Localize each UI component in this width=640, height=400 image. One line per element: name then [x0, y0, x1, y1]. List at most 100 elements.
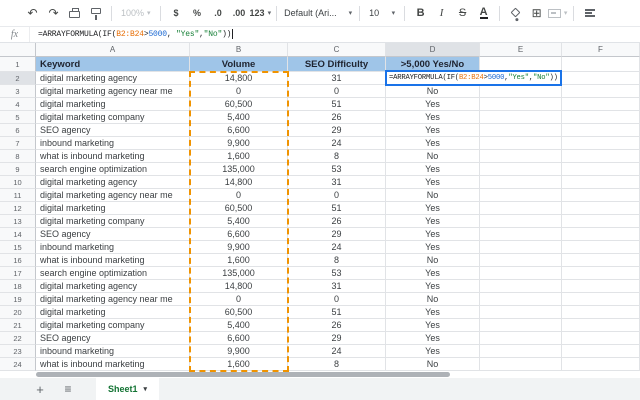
row-header[interactable]: 10 [0, 176, 36, 189]
cell-e21[interactable] [480, 319, 562, 332]
cell-a2[interactable]: digital marketing agency [36, 72, 190, 85]
cell-f23[interactable] [562, 345, 640, 358]
cell-b5[interactable]: 5,400 [190, 111, 288, 124]
row-header[interactable]: 18 [0, 280, 36, 293]
cell-a21[interactable]: digital marketing company [36, 319, 190, 332]
row-header[interactable]: 22 [0, 332, 36, 345]
cell-c15[interactable]: 24 [288, 241, 386, 254]
cell-e5[interactable] [480, 111, 562, 124]
row-header[interactable]: 2 [0, 72, 36, 85]
cell-e16[interactable] [480, 254, 562, 267]
cell-f7[interactable] [562, 137, 640, 150]
cell-c12[interactable]: 51 [288, 202, 386, 215]
row-header[interactable]: 4 [0, 98, 36, 111]
cell-d19[interactable]: No [386, 293, 480, 306]
cell-c17[interactable]: 53 [288, 267, 386, 280]
cell-d24[interactable]: No [386, 358, 480, 371]
row-header[interactable]: 3 [0, 85, 36, 98]
cell-b11[interactable]: 0 [190, 189, 288, 202]
cell-a4[interactable]: digital marketing [36, 98, 190, 111]
cell-e17[interactable] [480, 267, 562, 280]
cell-e11[interactable] [480, 189, 562, 202]
cell-e12[interactable] [480, 202, 562, 215]
cell-c18[interactable]: 31 [288, 280, 386, 293]
cell-e19[interactable] [480, 293, 562, 306]
row-header[interactable]: 6 [0, 124, 36, 137]
cell-e7[interactable] [480, 137, 562, 150]
column-header-d[interactable]: D [386, 43, 480, 57]
cell-b17[interactable]: 135,000 [190, 267, 288, 280]
bold-button[interactable]: B [410, 3, 431, 23]
redo-button[interactable]: ↷ [43, 3, 64, 23]
cell-c13[interactable]: 26 [288, 215, 386, 228]
cell-c20[interactable]: 51 [288, 306, 386, 319]
font-size-select[interactable]: 10 ▾ [365, 8, 399, 18]
format-percent-button[interactable]: % [187, 3, 208, 23]
cell-c14[interactable]: 29 [288, 228, 386, 241]
cell-c4[interactable]: 51 [288, 98, 386, 111]
row-header[interactable]: 19 [0, 293, 36, 306]
formula-input[interactable]: =ARRAYFORMULA(IF(B2:B24>5000, "Yes","No"… [38, 29, 233, 39]
cell-a12[interactable]: digital marketing [36, 202, 190, 215]
cell-f12[interactable] [562, 202, 640, 215]
cell-d7[interactable]: Yes [386, 137, 480, 150]
cell-a9[interactable]: search engine optimization [36, 163, 190, 176]
cell-b13[interactable]: 5,400 [190, 215, 288, 228]
cell-f4[interactable] [562, 98, 640, 111]
cell-a8[interactable]: what is inbound marketing [36, 150, 190, 163]
cell-f24[interactable] [562, 358, 640, 371]
cell-f22[interactable] [562, 332, 640, 345]
cell-e15[interactable] [480, 241, 562, 254]
cell-a5[interactable]: digital marketing company [36, 111, 190, 124]
cell-b14[interactable]: 6,600 [190, 228, 288, 241]
row-header[interactable]: 9 [0, 163, 36, 176]
cell-f9[interactable] [562, 163, 640, 176]
scrollbar-thumb[interactable] [36, 372, 450, 377]
format-currency-button[interactable]: $ [166, 3, 187, 23]
cell-a10[interactable]: digital marketing agency [36, 176, 190, 189]
cell-b15[interactable]: 9,900 [190, 241, 288, 254]
column-header-c[interactable]: C [288, 43, 386, 57]
cell-b6[interactable]: 6,600 [190, 124, 288, 137]
cell-b3[interactable]: 0 [190, 85, 288, 98]
cell-f10[interactable] [562, 176, 640, 189]
cell-a23[interactable]: inbound marketing [36, 345, 190, 358]
cell-c24[interactable]: 8 [288, 358, 386, 371]
cell-a22[interactable]: SEO agency [36, 332, 190, 345]
horizontal-align-button[interactable] [579, 3, 600, 23]
cell-b12[interactable]: 60,500 [190, 202, 288, 215]
column-header-a[interactable]: A [36, 43, 190, 57]
cell-f6[interactable] [562, 124, 640, 137]
cell-f18[interactable] [562, 280, 640, 293]
font-select[interactable]: Default (Ari... ▾ [282, 8, 354, 18]
row-header[interactable]: 23 [0, 345, 36, 358]
cell-d3[interactable]: No [386, 85, 480, 98]
cell-c21[interactable]: 26 [288, 319, 386, 332]
row-header[interactable]: 16 [0, 254, 36, 267]
column-header-b[interactable]: B [190, 43, 288, 57]
fill-color-button[interactable] [505, 3, 526, 23]
cell-f15[interactable] [562, 241, 640, 254]
cell-f5[interactable] [562, 111, 640, 124]
undo-button[interactable]: ↶ [22, 3, 43, 23]
cell-d15[interactable]: Yes [386, 241, 480, 254]
row-header[interactable]: 24 [0, 358, 36, 371]
cell-f11[interactable] [562, 189, 640, 202]
cell-f1[interactable] [562, 57, 640, 72]
merge-cells-button[interactable]: ▾ [547, 3, 568, 23]
sheet-tab-active[interactable]: Sheet1 ▾ [96, 378, 159, 400]
cell-d21[interactable]: Yes [386, 319, 480, 332]
borders-button[interactable]: ⊞ [526, 3, 547, 23]
cell-e4[interactable] [480, 98, 562, 111]
row-header[interactable]: 8 [0, 150, 36, 163]
cell-d18[interactable]: Yes [386, 280, 480, 293]
cell-e13[interactable] [480, 215, 562, 228]
cell-d12[interactable]: Yes [386, 202, 480, 215]
cell-e20[interactable] [480, 306, 562, 319]
cell-a6[interactable]: SEO agency [36, 124, 190, 137]
column-header-f[interactable]: F [562, 43, 640, 57]
cell-e24[interactable] [480, 358, 562, 371]
cell-b20[interactable]: 60,500 [190, 306, 288, 319]
cell-b4[interactable]: 60,500 [190, 98, 288, 111]
zoom-select[interactable]: 100% ▾ [117, 8, 155, 18]
